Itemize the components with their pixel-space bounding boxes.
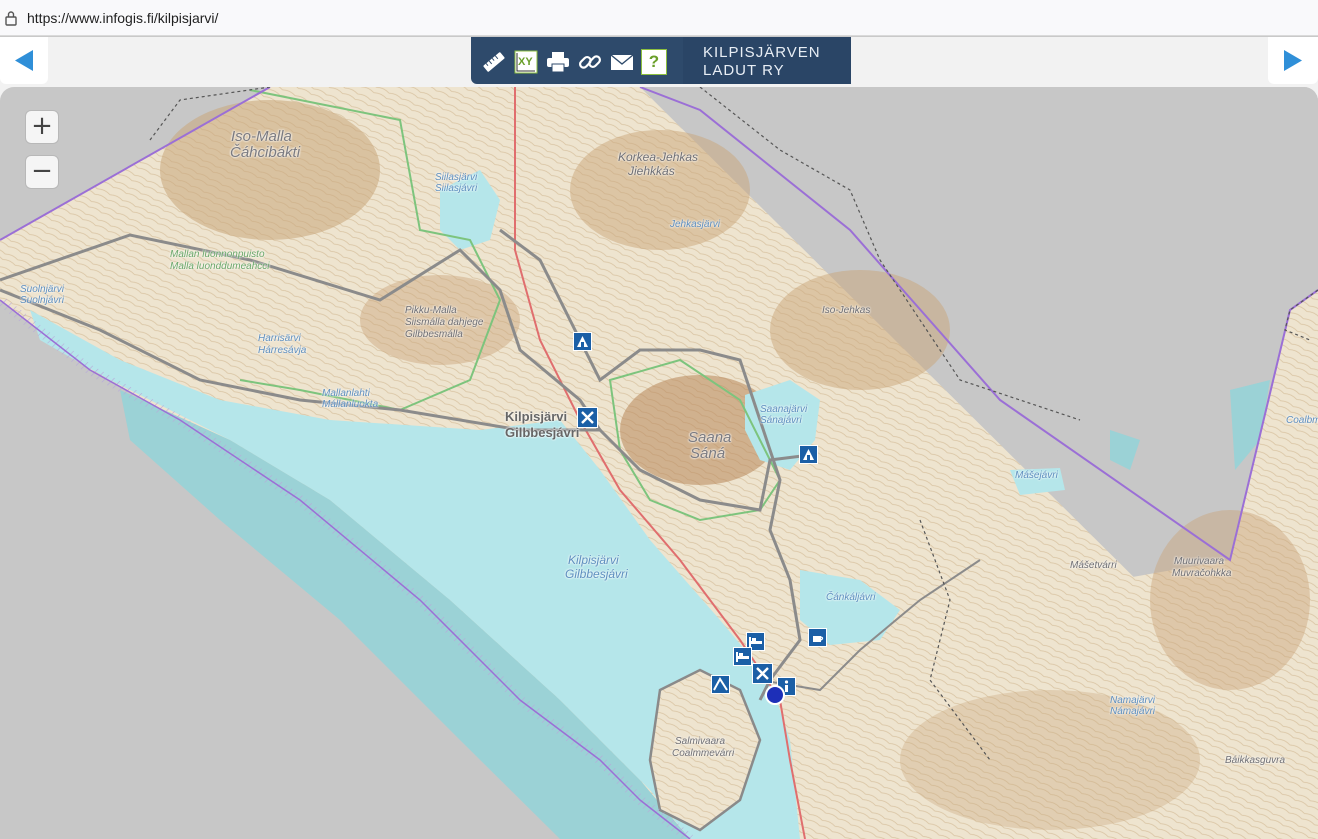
lock-icon [5,11,17,26]
prev-map-button[interactable] [0,37,48,84]
label-jiehkkas: Jiehkkás [628,164,675,178]
mountain-iso-jehkas [770,270,950,390]
label-iso-malla-sami: Čáhcibákti [230,144,301,161]
envelope-icon[interactable] [609,49,635,75]
link-icon[interactable] [577,49,603,75]
label-saanajarvi-sami: Sánajávri [760,415,802,426]
map-canvas[interactable]: Iso-Malla Čáhcibákti Siilasjärvi Siilasj… [0,87,1318,839]
label-siilasjarvi-sami: Siilasjávri [435,183,478,194]
map-title: KILPISJÄRVEN LADUT RY [683,37,851,84]
label-suolnjarvi-sami: Suolnjávri [20,295,64,306]
location-marker-icon[interactable] [765,685,785,705]
poi-cabin-icon-2[interactable] [799,445,818,464]
mountain-korkea-jehkas [570,130,750,250]
label-siilasjarvi: Siilasjärvi [435,172,478,183]
next-map-button[interactable] [1268,37,1318,84]
map-toolbar: XY ? [471,37,683,84]
label-gilbbesjavri-lake: Gilbbesjávri [565,567,628,581]
label-salmivaara: Salmivaara [675,736,726,747]
browser-address-bar: https://www.infogis.fi/kilpisjarvi/ [0,0,1318,36]
label-namajavri-sami: Námajávri [1110,706,1156,717]
label-harrisarvi-sami: Hárresávja [258,345,307,356]
poi-restaurant-icon-2[interactable] [752,663,773,684]
poi-bed-icon-2[interactable] [733,647,752,666]
label-jehkasjarvi: Jehkasjärvi [670,219,721,230]
title-line-1: KILPISJÄRVEN [703,44,821,61]
map-graphic[interactable] [0,87,1318,839]
label-korkea-jehkas: Korkea-Jehkas [618,150,699,164]
ruler-icon[interactable] [481,49,507,75]
arrow-right-icon [1284,50,1302,71]
label-muvracohkka: Muvračohkka [1172,568,1232,579]
poi-cabin-icon[interactable] [573,332,592,351]
label-saana: Saana [688,429,732,446]
label-coalmmevarri: Coalmmevárri [672,748,735,759]
mountain-iso-malla [160,100,380,240]
xy-coordinates-icon[interactable]: XY [513,49,539,75]
label-saana-sami: Sáná [690,445,726,462]
label-baikkasguvra: Báikkasguvra [1225,755,1286,766]
label-muurivaara: Muurivaara [1174,556,1225,567]
label-mallanlahti: Mallanlahti [322,388,370,399]
label-iso-jehkas: Iso-Jehkas [822,305,871,316]
label-mallan-luonnonpuisto: Mallan luonnonpuisto [170,249,265,260]
label-pikku-malla-sami1: Siismálla dahjege [405,317,484,328]
label-masetvarri: Mášetvárri [1070,560,1117,571]
label-saanajarvi: Saanajärvi [760,404,808,415]
arrow-left-icon [15,50,33,71]
label-iso-malla: Iso-Malla [231,128,292,145]
help-icon[interactable]: ? [641,49,667,75]
label-malla-luonddumeahcci: Malla luonddumeahcci [170,261,270,272]
label-pikku-malla: Pikku-Malla [405,305,457,316]
label-coalbmi: Coalbmi [1286,415,1318,426]
poi-cafe-icon[interactable] [808,628,827,647]
label-harrisarvi: Harrisärvi [258,333,301,344]
mountain-muurivaara [1150,510,1310,690]
label-pikku-malla-sami2: Gilbbesmálla [405,329,463,340]
printer-icon[interactable] [545,49,571,75]
label-kilpisjarvi-village: Kilpisjärvi [505,409,568,424]
zoom-in-button[interactable]: + [25,110,59,144]
xy-label: XY [518,56,533,68]
label-kilpisjarvi-lake: Kilpisjärvi [568,553,619,567]
poi-restaurant-icon[interactable] [577,407,598,428]
label-masejavri: Mášejávri [1015,470,1058,481]
label-namajavri: Namajärvi [1110,695,1156,706]
poi-shelter-icon[interactable] [711,675,730,694]
label-mallanlahti-sami: Mállanluokta [322,399,379,410]
zoom-out-button[interactable]: − [25,155,59,189]
label-suolnjarvi: Suolnjärvi [20,284,64,295]
label-cankaljavri: Čánkáljávri [826,592,876,603]
label-gilbbesjavri-village: Gilbbesjávri [505,425,580,440]
title-line-2: LADUT RY [703,62,785,79]
url-text[interactable]: https://www.infogis.fi/kilpisjarvi/ [27,10,218,26]
